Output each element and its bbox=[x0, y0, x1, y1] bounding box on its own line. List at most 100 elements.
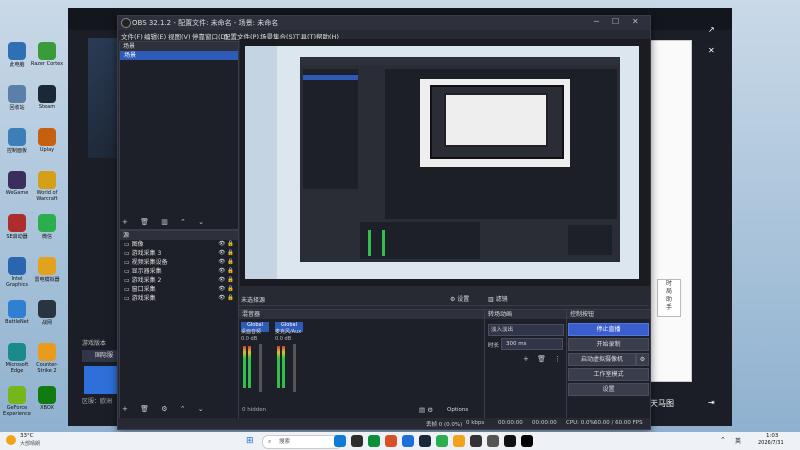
weather-icon[interactable] bbox=[6, 435, 16, 445]
nested-meter-1 bbox=[368, 230, 371, 256]
taskbar-app-icon[interactable] bbox=[402, 435, 414, 447]
close-icon[interactable]: ✕ bbox=[708, 46, 715, 55]
channel-1-name[interactable]: 桌面音频 bbox=[241, 328, 261, 335]
mixer-panel: 混音器 Global 桌面音频 0.0 dB Global 麦克风/Aux 0.… bbox=[238, 309, 485, 420]
source-bar: 未选择源 ⚙ 设置 ▥ 滤镜 bbox=[238, 292, 648, 306]
taskbar-app-icon[interactable] bbox=[385, 435, 397, 447]
visibility-lock-icons[interactable]: 👁 🔒 bbox=[218, 267, 234, 276]
transition-select[interactable]: 淡入淡出 bbox=[488, 324, 564, 336]
visibility-lock-icons[interactable]: 👁 🔒 bbox=[218, 240, 234, 249]
desktop-icon[interactable]: XBOX bbox=[30, 386, 64, 411]
desktop-icon-label: Uplay bbox=[39, 147, 55, 153]
scene-item[interactable]: 场景 bbox=[120, 51, 238, 60]
source-item[interactable]: ▭ 视频采集设备 👁 🔒 bbox=[120, 258, 238, 267]
assistant-panel[interactable]: 时 局 助 手 bbox=[657, 279, 681, 317]
clock-date[interactable]: 2026/7/31 bbox=[758, 440, 784, 446]
menu-item[interactable]: 停靠窗口(D) bbox=[192, 31, 228, 41]
desktop-icon[interactable]: 战网 bbox=[30, 300, 64, 326]
mixer-toolbar-icons[interactable]: ▤ ⚙ bbox=[419, 406, 433, 414]
taskbar-app-icon[interactable] bbox=[436, 435, 448, 447]
start-icon[interactable]: ⊞ bbox=[246, 436, 254, 446]
visibility-lock-icons[interactable]: 👁 🔒 bbox=[218, 258, 234, 267]
source-item[interactable]: ▭ 游戏采集 2 👁 🔒 bbox=[120, 276, 238, 285]
menu-item[interactable]: 文件(F) bbox=[121, 31, 143, 41]
taskbar-app-icon[interactable] bbox=[368, 435, 380, 447]
studio-mode-button[interactable]: 工作室模式 bbox=[568, 368, 649, 381]
source-type-icon: ▭ bbox=[124, 268, 132, 275]
tray-arrow-icon[interactable]: ⌃ bbox=[720, 436, 726, 444]
visibility-lock-icons[interactable]: 👁 🔒 bbox=[218, 294, 234, 303]
source-toolbar[interactable]: + 🗑 ⚙ ⌃ ⌄ bbox=[122, 405, 209, 413]
scene-toolbar[interactable]: + 🗑 ▥ ⌃ ⌄ bbox=[122, 218, 209, 226]
menu-item[interactable]: 编辑(E) bbox=[144, 31, 166, 41]
channel-2-fader[interactable] bbox=[293, 344, 296, 392]
desktop-icon[interactable]: SE启动器 bbox=[0, 214, 34, 240]
filters-button[interactable]: ▥ 滤镜 bbox=[488, 294, 508, 303]
app-icon bbox=[8, 128, 26, 146]
stop-stream-button[interactable]: 停止直播 bbox=[568, 323, 649, 336]
taskbar-app-icon[interactable] bbox=[487, 435, 499, 447]
desktop-icon[interactable]: Counter-Strike 2 bbox=[30, 343, 64, 374]
taskbar-app-icon[interactable] bbox=[453, 435, 465, 447]
desktop-icon-label: Razer Cortex bbox=[30, 61, 64, 67]
mixer-options[interactable]: Options bbox=[447, 407, 468, 413]
taskbar-app-icon[interactable] bbox=[419, 435, 431, 447]
desktop-icon[interactable]: Intel Graphics bbox=[0, 257, 34, 288]
arrow-icon[interactable]: ⇥ bbox=[708, 398, 715, 407]
virtual-camera-button[interactable]: 启动虚拟摄像机 bbox=[568, 353, 636, 366]
desktop-icon[interactable]: Razer Cortex bbox=[30, 42, 64, 67]
close-window-icon[interactable]: ✕ bbox=[632, 17, 639, 26]
side-text-3: 助 bbox=[665, 296, 672, 303]
desktop-icon[interactable]: Steam bbox=[30, 85, 64, 110]
transition-toolbar[interactable]: + 🗑 ⋮ bbox=[523, 355, 564, 363]
desktop-icon[interactable]: WeGame bbox=[0, 171, 34, 196]
desktop-icon[interactable]: 此电脑 bbox=[0, 42, 34, 68]
clock-time[interactable]: 1:03 bbox=[766, 433, 778, 439]
desktop-icon-label: 控制面板 bbox=[6, 148, 27, 154]
source-item[interactable]: ▭ 游戏采集 👁 🔒 bbox=[120, 294, 238, 303]
properties-button[interactable]: ⚙ 设置 bbox=[450, 294, 469, 303]
taskbar-search[interactable]: ⌕ 搜索 bbox=[262, 435, 342, 449]
virtual-camera-settings-icon[interactable]: ⚙ bbox=[636, 353, 649, 366]
taskbar-app-icon[interactable] bbox=[504, 435, 516, 447]
desktop-icon[interactable]: 控制面板 bbox=[0, 128, 34, 154]
channel-1-fader[interactable] bbox=[259, 344, 262, 392]
filters-label: 滤镜 bbox=[495, 296, 508, 303]
kbps: 0 kbps bbox=[466, 420, 485, 426]
taskbar-app-icon[interactable] bbox=[351, 435, 363, 447]
taskbar-app-icon[interactable] bbox=[334, 435, 346, 447]
desktop-icon[interactable]: Uplay bbox=[30, 128, 64, 153]
side-text-2: 局 bbox=[665, 288, 672, 295]
settings-button[interactable]: 设置 bbox=[568, 383, 649, 396]
start-recording-button[interactable]: 开始录制 bbox=[568, 338, 649, 351]
app-icon bbox=[38, 42, 56, 60]
taskbar-app-icon[interactable] bbox=[521, 435, 533, 447]
preview-canvas[interactable] bbox=[240, 39, 650, 286]
visibility-lock-icons[interactable]: 👁 🔒 bbox=[218, 249, 234, 258]
weather-desc: 大部晴朗 bbox=[20, 441, 41, 447]
source-item[interactable]: ▭ 窗口采集 👁 🔒 bbox=[120, 285, 238, 294]
menu-item[interactable]: 视图(V) bbox=[168, 31, 191, 41]
maximize-icon[interactable]: ☐ bbox=[612, 17, 619, 26]
desktop-icon[interactable]: 雷电模拟器 bbox=[30, 257, 64, 283]
source-item[interactable]: ▭ 图像 👁 🔒 bbox=[120, 240, 238, 249]
language-indicator[interactable]: 英 bbox=[735, 436, 741, 445]
external-link-icon[interactable]: ↗ bbox=[708, 25, 715, 34]
desktop-icon[interactable]: Microsoft Edge bbox=[0, 343, 34, 374]
channel-2-name[interactable]: 麦克风/Aux bbox=[275, 328, 301, 335]
nested-preview bbox=[385, 69, 617, 219]
minimize-icon[interactable]: ─ bbox=[594, 17, 599, 26]
desktop-icon[interactable]: GeForce Experience bbox=[0, 386, 34, 417]
source-item[interactable]: ▭ 游戏采集 3 👁 🔒 bbox=[120, 249, 238, 258]
app-icon bbox=[38, 171, 56, 189]
visibility-lock-icons[interactable]: 👁 🔒 bbox=[218, 285, 234, 294]
controls-panel: 控制按钮 停止直播 开始录制 启动虚拟摄像机 ⚙ 工作室模式 设置 bbox=[566, 309, 651, 420]
desktop-icon[interactable]: 微信 bbox=[30, 214, 64, 240]
desktop-icon[interactable]: World of Warcraft bbox=[30, 171, 64, 202]
source-item[interactable]: ▭ 显示器采集 👁 🔒 bbox=[120, 267, 238, 276]
visibility-lock-icons[interactable]: 👁 🔒 bbox=[218, 276, 234, 285]
desktop-icon[interactable]: 回收站 bbox=[0, 85, 34, 111]
duration-input[interactable]: 300 ms bbox=[501, 338, 563, 350]
desktop-icon[interactable]: BattleNet bbox=[0, 300, 34, 325]
taskbar-app-icon[interactable] bbox=[470, 435, 482, 447]
